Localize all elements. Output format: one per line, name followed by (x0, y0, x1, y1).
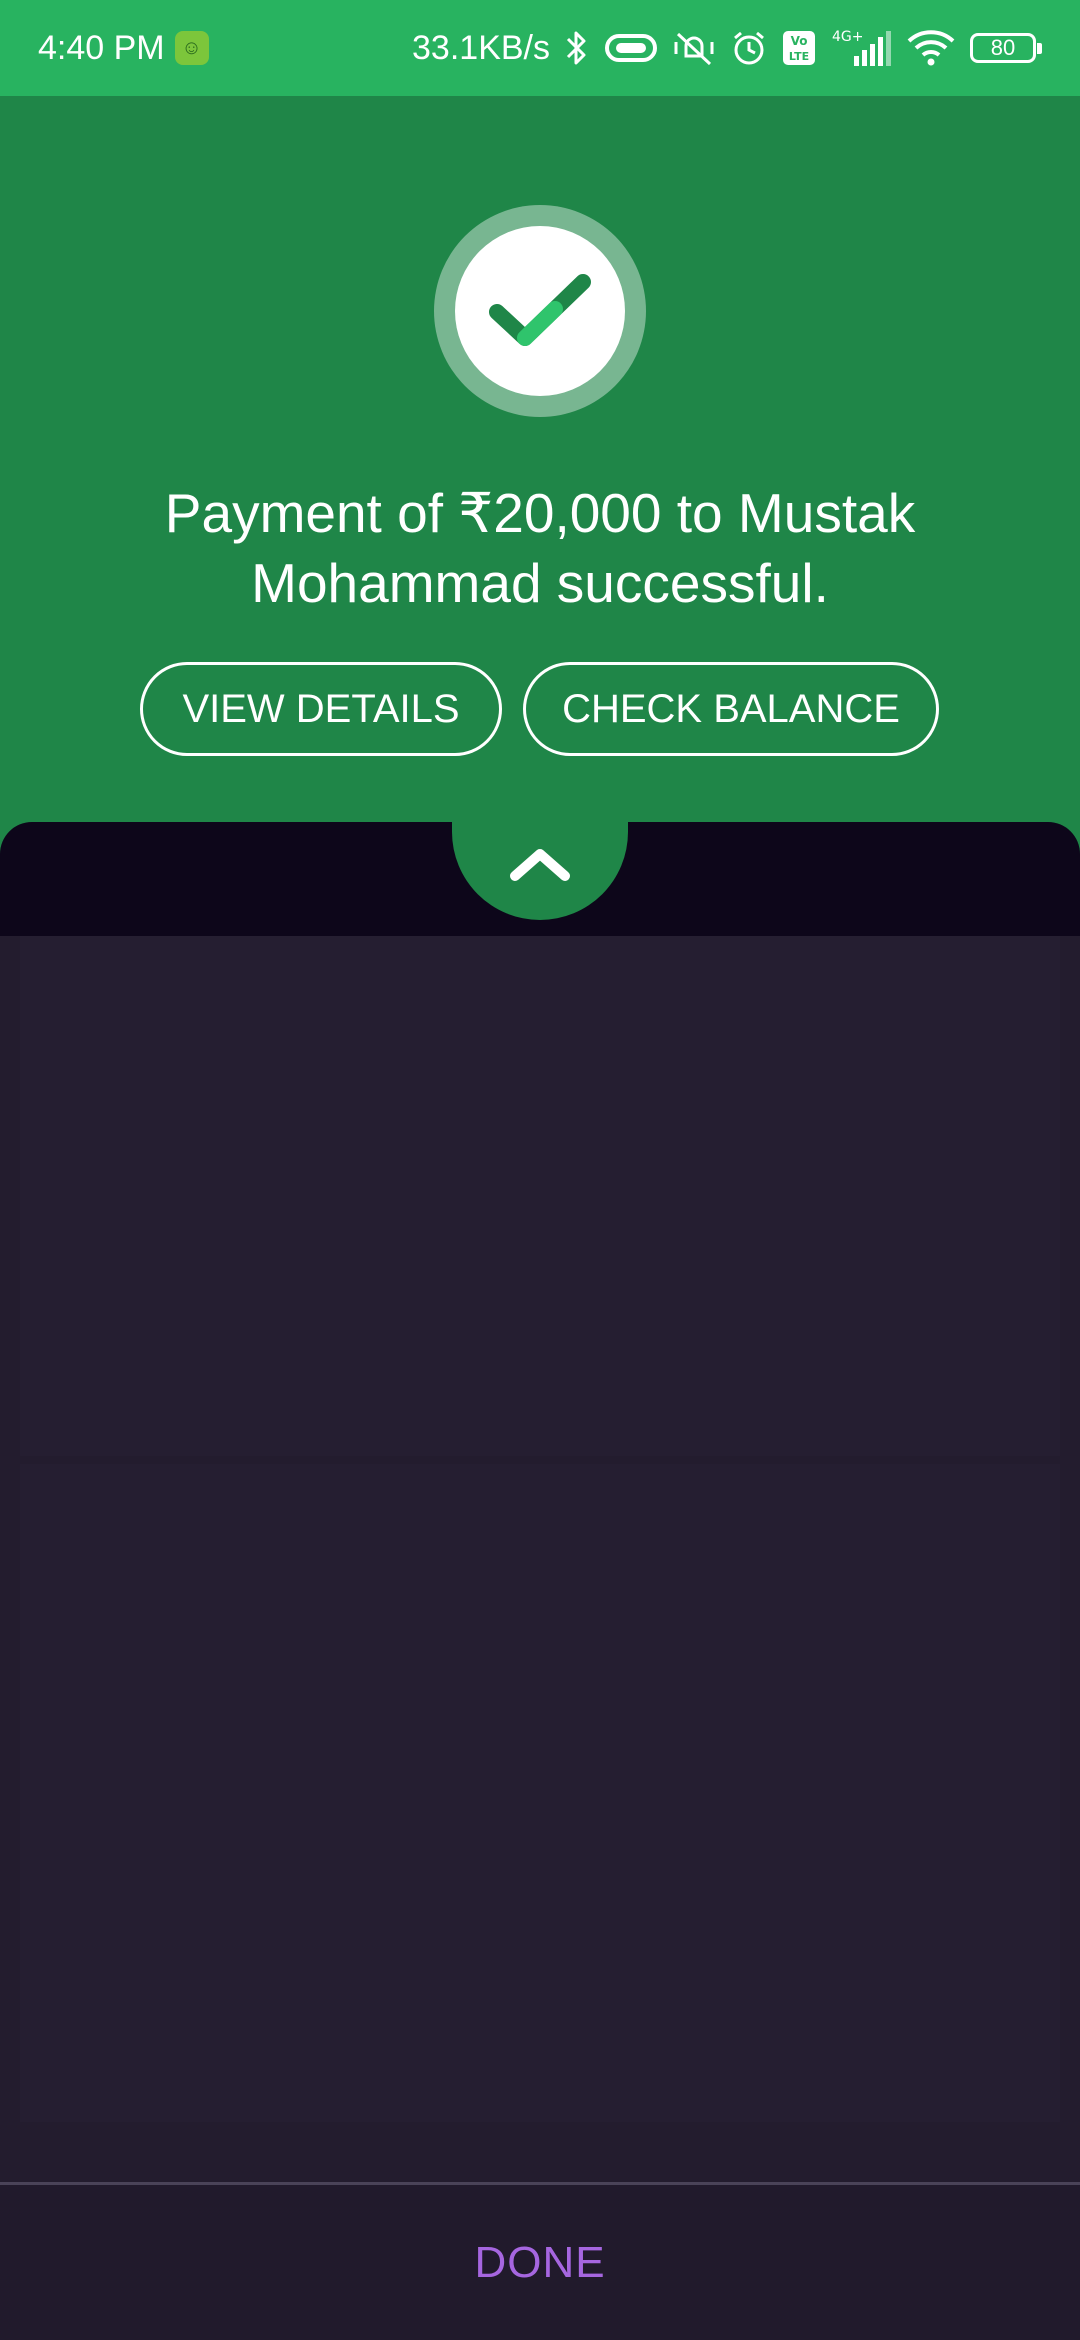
success-badge (434, 205, 646, 417)
link-icon (604, 31, 658, 65)
battery-level: 80 (990, 35, 1016, 60)
alarm-icon (730, 29, 768, 67)
network-speed: 33.1KB/s (412, 28, 550, 67)
content-card (20, 1464, 1060, 2122)
signal-icon: 4G+ (830, 28, 892, 68)
payment-success-screen: 4:40 PM ☺ 33.1KB/s Vo LTE 4G+ 80 Payment… (0, 0, 1080, 2340)
network-type-label: 4G+ (832, 29, 864, 45)
svg-text:Vo: Vo (791, 34, 808, 48)
view-details-button[interactable]: VIEW DETAILS (140, 662, 502, 756)
chevron-up-icon (510, 849, 570, 881)
payment-success-message: Payment of ₹20,000 to Mustak Mohammad su… (164, 482, 916, 614)
app-notification-icon: ☺ (174, 31, 209, 65)
svg-text:LTE: LTE (789, 50, 809, 63)
vibrate-silent-icon (672, 28, 716, 68)
status-bar: 4:40 PM ☺ 33.1KB/s Vo LTE 4G+ 80 (0, 0, 1080, 96)
wifi-icon (906, 29, 956, 67)
bluetooth-icon (564, 29, 590, 67)
footer-bar: DONE (0, 2182, 1080, 2340)
check-icon (489, 274, 591, 346)
done-button[interactable]: DONE (474, 2238, 605, 2288)
battery-icon: 80 (970, 33, 1042, 63)
status-icons: 33.1KB/s Vo LTE 4G+ 80 (412, 28, 1042, 68)
content-card (20, 936, 1060, 1456)
bottom-sheet-body (0, 936, 1080, 2182)
check-balance-button[interactable]: CHECK BALANCE (523, 662, 939, 756)
check-circle (455, 226, 625, 396)
status-time: 4:40 PM (38, 28, 165, 67)
volte-icon: Vo LTE (782, 30, 816, 66)
